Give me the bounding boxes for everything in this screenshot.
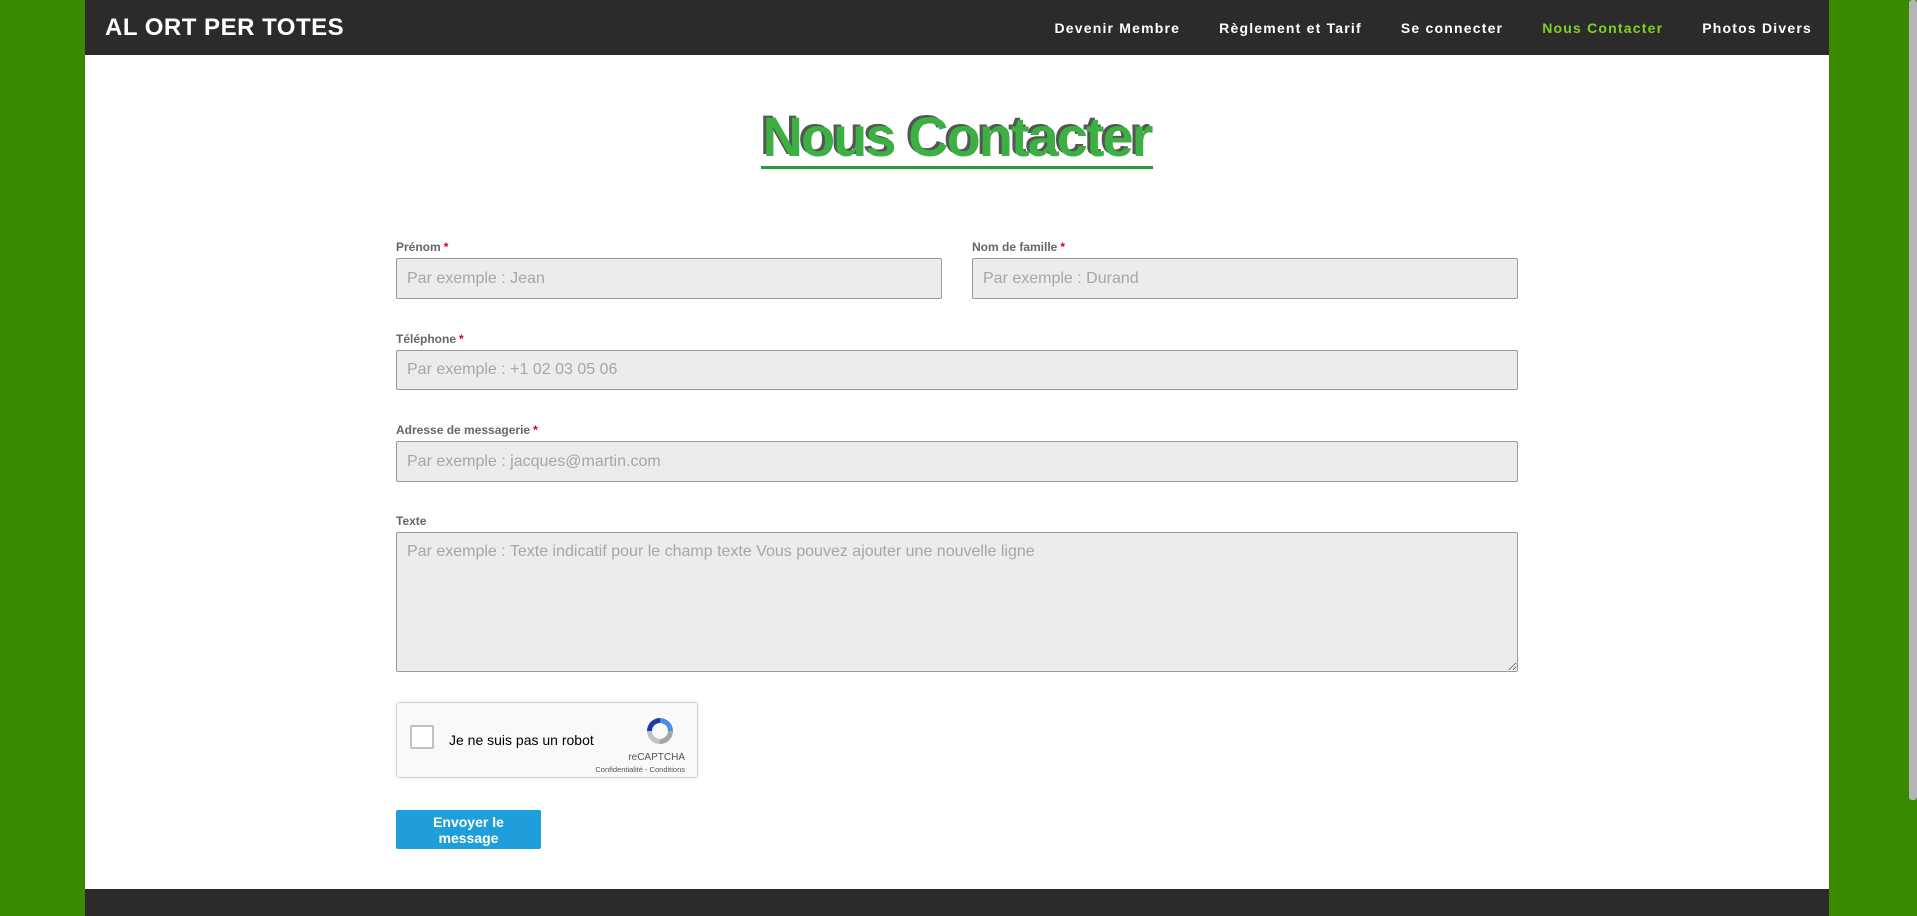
recaptcha-brand: reCAPTCHA (628, 752, 685, 763)
recaptcha-logo-icon (647, 718, 673, 744)
nav-item-nous-contacter[interactable]: Nous Contacter (1542, 20, 1663, 36)
nav-item-se-connecter[interactable]: Se connecter (1401, 20, 1503, 36)
text-label: Texte (396, 514, 426, 528)
recaptcha-checkbox[interactable] (410, 725, 434, 749)
email-label-text: Adresse de messagerie (396, 423, 531, 437)
email-label: Adresse de messagerie * (396, 423, 538, 437)
last-name-label: Nom de famille * (972, 240, 1065, 254)
send-message-button[interactable]: Envoyer le message (396, 810, 541, 849)
phone-input[interactable] (396, 350, 1518, 390)
scrollbar[interactable] (1909, 0, 1917, 800)
site-title[interactable]: AL ORT PER TOTES (105, 14, 344, 42)
email-input[interactable] (396, 441, 1518, 482)
page-container: AL ORT PER TOTES Devenir Membre Règlemen… (85, 0, 1829, 916)
nav-item-reglement-tarif[interactable]: Règlement et Tarif (1219, 20, 1362, 36)
first-name-label-text: Prénom (396, 240, 441, 254)
footer-bar (85, 889, 1829, 916)
nav-item-devenir-membre[interactable]: Devenir Membre (1054, 20, 1180, 36)
text-label-text: Texte (396, 514, 427, 528)
header-bar: AL ORT PER TOTES Devenir Membre Règlemen… (85, 0, 1829, 55)
first-name-input[interactable] (396, 258, 942, 299)
phone-label-text: Téléphone (396, 332, 457, 346)
recaptcha-widget: Je ne suis pas un robot reCAPTCHA Confid… (396, 702, 698, 778)
phone-label: Téléphone * (396, 332, 464, 346)
required-mark: * (443, 240, 449, 254)
required-mark: * (533, 423, 538, 437)
page-heading-wrap: Nous Contacter (85, 108, 1829, 169)
recaptcha-links[interactable]: Confidentialité - Conditions (595, 765, 685, 774)
recaptcha-label: Je ne suis pas un robot (449, 732, 594, 748)
page-title: Nous Contacter (760, 105, 1154, 169)
message-textarea[interactable] (396, 532, 1518, 672)
nav-item-photos-divers[interactable]: Photos Divers (1702, 20, 1812, 36)
required-mark: * (459, 332, 464, 346)
main-nav: Devenir Membre Règlement et Tarif Se con… (1015, 0, 1812, 55)
last-name-label-text: Nom de famille (972, 240, 1058, 254)
last-name-input[interactable] (972, 258, 1518, 299)
required-mark: * (1060, 240, 1066, 254)
first-name-label: Prénom * (396, 240, 448, 254)
